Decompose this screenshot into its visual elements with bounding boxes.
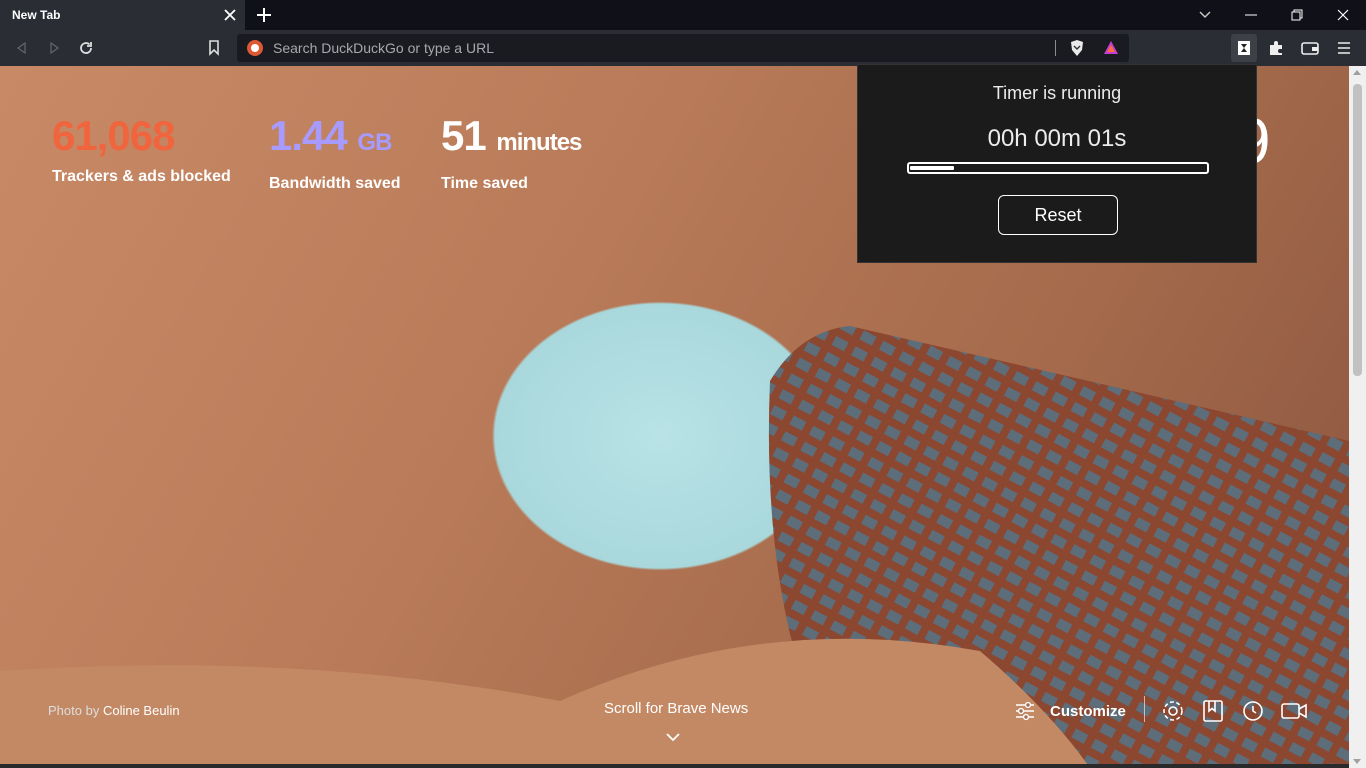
time-value: 51 (441, 112, 487, 159)
photo-credit: Photo by Coline Beulin (48, 703, 180, 718)
bandwidth-value: 1.44 (269, 112, 348, 159)
brave-shields-icon[interactable] (1069, 39, 1085, 57)
close-window-icon (1337, 9, 1349, 21)
stat-trackers: 61,068 Trackers & ads blocked (52, 112, 231, 186)
wallet-icon (1301, 42, 1319, 55)
minimize-icon (1245, 14, 1257, 16)
brave-talk-icon[interactable] (1280, 698, 1308, 724)
address-divider (1055, 40, 1056, 56)
address-input[interactable] (271, 34, 1051, 62)
reload-icon (80, 42, 92, 54)
settings-icon[interactable] (1160, 698, 1186, 724)
close-window-button[interactable] (1320, 0, 1366, 30)
stat-time: 51 minutes Time saved (441, 112, 582, 193)
extensions-button[interactable] (1261, 30, 1291, 66)
scroll-down-arrow-icon[interactable] (1353, 759, 1361, 764)
scrollbar-thumb[interactable] (1353, 84, 1362, 376)
duckduckgo-icon (247, 40, 263, 56)
timer-progress-bar (907, 162, 1209, 174)
new-tab-icon[interactable] (254, 5, 274, 25)
reset-button[interactable]: Reset (998, 195, 1118, 235)
address-bar[interactable] (237, 34, 1129, 62)
bottom-divider (1144, 696, 1145, 722)
back-button[interactable] (7, 30, 37, 66)
forward-button[interactable] (39, 30, 69, 66)
restore-icon (1291, 9, 1303, 21)
tab-title: New Tab (12, 8, 61, 22)
tab-search-button[interactable] (1182, 0, 1228, 30)
trackers-label: Trackers & ads blocked (52, 168, 231, 185)
toolbar (0, 30, 1366, 66)
time-unit: minutes (496, 129, 582, 156)
forward-icon (50, 41, 60, 55)
timer-popup: Timer is running 00h 00m 01s Reset (857, 64, 1257, 263)
tab-strip: New Tab (0, 0, 1366, 30)
brave-rewards-icon[interactable] (1103, 40, 1119, 56)
trackers-value: 61,068 (52, 112, 175, 159)
stat-bandwidth: 1.44 GB Bandwidth saved (269, 112, 401, 193)
menu-button[interactable] (1329, 30, 1359, 66)
reload-button[interactable] (71, 30, 101, 66)
bandwidth-label: Bandwidth saved (269, 175, 401, 192)
wallet-button[interactable] (1295, 30, 1325, 66)
scrollbar[interactable] (1349, 66, 1366, 768)
page-bottom-strip (0, 764, 1349, 768)
customize-label: Customize (1050, 702, 1126, 720)
chevron-down-icon (1199, 11, 1211, 18)
extensions-icon (1270, 41, 1282, 55)
photo-credit-prefix: Photo by (48, 703, 100, 718)
restore-button[interactable] (1274, 0, 1320, 30)
timer-extension-button[interactable] (1231, 34, 1257, 62)
timer-extension-icon (1238, 41, 1250, 55)
menu-icon (1338, 42, 1350, 54)
brave-news-link[interactable]: Scroll for Brave News (604, 700, 748, 717)
history-icon[interactable] (1240, 698, 1266, 724)
customize-button[interactable]: Customize (1014, 698, 1126, 724)
customize-icon (1016, 701, 1034, 721)
time-label: Time saved (441, 175, 528, 192)
timer-status: Timer is running (992, 83, 1122, 103)
bandwidth-unit: GB (357, 129, 392, 156)
tab-new-tab[interactable]: New Tab (0, 0, 245, 30)
scroll-up-arrow-icon[interactable] (1353, 70, 1361, 75)
timer-progress-fill (910, 166, 954, 170)
photo-credit-author[interactable]: Coline Beulin (103, 703, 180, 718)
timer-display: 00h 00m 01s (987, 125, 1127, 152)
bookmark-icon (209, 40, 219, 56)
close-icon[interactable] (221, 6, 239, 24)
chevron-down-icon[interactable] (665, 732, 681, 742)
back-icon (16, 41, 26, 55)
minimize-button[interactable] (1228, 0, 1274, 30)
bookmarks-icon[interactable] (1200, 698, 1226, 724)
bookmark-button[interactable] (199, 30, 229, 66)
